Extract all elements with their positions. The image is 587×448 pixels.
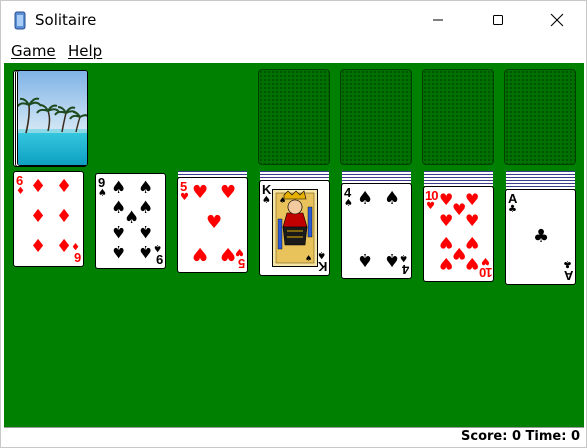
heart-icon: ♥ xyxy=(235,246,244,257)
spade-icon: ♠ xyxy=(399,252,408,263)
tableau-card-10-hearts[interactable]: 10 ♥ ♥ ♥ ♥ ♥ ♥ ♥ ♥ ♥ ♥ ♥ ♥ 10 xyxy=(423,186,494,282)
card-rank: 5 xyxy=(238,256,245,271)
window-title: Solitaire xyxy=(35,11,97,29)
heart-icon: ♥ xyxy=(180,192,189,203)
menu-game[interactable]: Game xyxy=(11,42,56,60)
heart-icon: ♥ xyxy=(426,201,435,212)
diamond-icon: ♦ xyxy=(30,176,47,197)
card-rank: 10 xyxy=(479,265,492,280)
spade-icon: ♠ xyxy=(153,242,162,253)
card-rank: 9 xyxy=(156,252,163,267)
tableau-card-K-spades[interactable]: K ♠ ♠ ♠ ♠ K xyxy=(259,180,330,276)
heart-icon: ♥ xyxy=(439,211,454,230)
spade-icon: ♠ xyxy=(98,188,107,199)
heart-icon: ♥ xyxy=(206,212,223,233)
club-icon: ♣ xyxy=(533,226,550,247)
menu-help[interactable]: Help xyxy=(68,42,102,60)
spade-icon: ♠ xyxy=(124,208,140,228)
spade-icon: ♠ xyxy=(111,221,127,241)
stock-card-back[interactable] xyxy=(17,70,88,166)
club-icon: ♣ xyxy=(563,258,572,269)
spade-icon: ♠ xyxy=(138,198,154,218)
maximize-icon xyxy=(493,15,503,25)
spade-icon: ♠ xyxy=(317,249,326,260)
spade-icon: ♠ xyxy=(138,221,154,241)
tableau-card-A-clubs[interactable]: A ♣ ♣ ♣ A xyxy=(505,189,576,285)
solitaire-window: Solitaire Game Help 6 ♦ ♦ ♦ ♦ ♦ ♦ ♦ ♦ 6 … xyxy=(0,0,587,448)
heart-icon: ♥ xyxy=(465,190,480,209)
foundation-slot[interactable] xyxy=(422,69,494,165)
foundation-slot[interactable] xyxy=(504,69,576,165)
heart-icon: ♥ xyxy=(192,182,209,203)
svg-text:♠: ♠ xyxy=(305,254,312,263)
spade-icon: ♠ xyxy=(262,195,271,206)
title-bar[interactable]: Solitaire xyxy=(1,1,586,39)
spade-icon: ♠ xyxy=(111,178,127,198)
spade-icon: ♠ xyxy=(111,241,127,261)
card-rank: 4 xyxy=(402,262,409,277)
card-rank: K xyxy=(318,259,327,274)
diamond-icon: ♦ xyxy=(56,236,73,257)
diamond-icon: ♦ xyxy=(30,206,47,227)
diamond-icon: ♦ xyxy=(30,236,47,257)
game-board: 6 ♦ ♦ ♦ ♦ ♦ ♦ ♦ ♦ 6 9 ♠ ♠ ♠ ♠ ♠ ♠ ♠ ♠ ♠ … xyxy=(4,63,584,427)
diamond-icon: ♦ xyxy=(16,186,25,197)
spade-icon: ♠ xyxy=(357,188,374,209)
beach-card-back xyxy=(18,71,87,165)
king-face-art: ♠ ♠ xyxy=(272,189,318,267)
heart-icon: ♥ xyxy=(192,243,209,264)
score-time-readout: Score: 0 Time: 0 xyxy=(461,429,580,444)
club-icon: ♣ xyxy=(508,204,517,215)
close-icon xyxy=(550,13,564,27)
foundation-slot[interactable] xyxy=(340,69,412,165)
close-button[interactable] xyxy=(534,1,580,39)
spade-icon: ♠ xyxy=(357,249,374,270)
diamond-icon: ♦ xyxy=(71,240,80,251)
spade-icon: ♠ xyxy=(138,241,154,261)
heart-icon: ♥ xyxy=(465,233,480,252)
menu-bar: Game Help xyxy=(1,39,586,63)
tableau-card-9-spades[interactable]: 9 ♠ ♠ ♠ ♠ ♠ ♠ ♠ ♠ ♠ ♠ ♠ 9 xyxy=(95,173,166,269)
heart-icon: ♥ xyxy=(481,255,490,266)
spade-icon: ♠ xyxy=(138,178,154,198)
card-rank: 6 xyxy=(74,250,81,265)
solitaire-app-icon xyxy=(14,11,26,30)
diamond-icon: ♦ xyxy=(56,176,73,197)
card-rank: A xyxy=(564,268,573,283)
tableau-card-5-hearts[interactable]: 5 ♥ ♥ ♥ ♥ ♥ ♥ ♥ 5 xyxy=(177,177,248,273)
heart-icon: ♥ xyxy=(439,254,454,273)
maximize-button[interactable] xyxy=(475,1,521,39)
heart-icon: ♥ xyxy=(220,182,237,203)
spade-icon: ♠ xyxy=(344,198,353,209)
spade-icon: ♠ xyxy=(384,249,401,270)
tableau-card-6-diamonds[interactable]: 6 ♦ ♦ ♦ ♦ ♦ ♦ ♦ ♦ 6 xyxy=(13,171,84,267)
minimize-icon xyxy=(433,19,443,21)
tableau-card-4-spades[interactable]: 4 ♠ ♠ ♠ ♠ ♠ ♠ 4 xyxy=(341,183,412,279)
spade-icon: ♠ xyxy=(384,188,401,209)
status-bar: Score: 0 Time: 0 xyxy=(4,427,584,447)
minimize-button[interactable] xyxy=(415,1,461,39)
svg-text:♠: ♠ xyxy=(279,196,286,205)
heart-icon: ♥ xyxy=(220,243,237,264)
heart-icon: ♥ xyxy=(465,254,480,273)
foundation-slot[interactable] xyxy=(258,69,330,165)
heart-icon: ♥ xyxy=(465,211,480,230)
diamond-icon: ♦ xyxy=(56,206,73,227)
